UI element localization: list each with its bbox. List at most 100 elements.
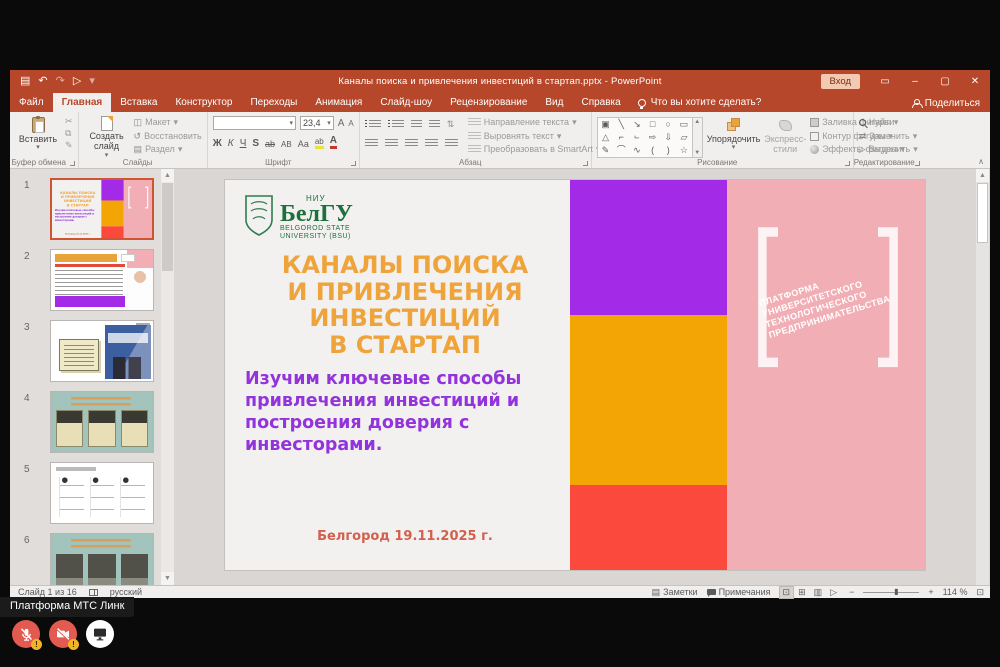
- tab-insert[interactable]: Вставка: [111, 93, 166, 112]
- justify-icon[interactable]: [425, 139, 438, 148]
- canvas-scrollbar[interactable]: ▲: [976, 169, 989, 585]
- strikethrough-icon[interactable]: ab: [265, 139, 275, 149]
- zoom-slider-thumb[interactable]: ▮: [894, 588, 898, 596]
- paragraph-dialog-launcher-icon[interactable]: [583, 161, 588, 166]
- editing-dialog-launcher-icon[interactable]: [915, 161, 920, 166]
- shape-down-arrow-icon[interactable]: ⇩: [660, 131, 676, 144]
- share-button[interactable]: Поделиться: [912, 98, 980, 109]
- tab-review[interactable]: Рецензирование: [441, 93, 536, 112]
- shape-right-arrow-icon[interactable]: ⇨: [645, 131, 661, 144]
- start-from-beginning-icon[interactable]: ▷: [73, 76, 81, 87]
- restore-button[interactable]: ▢: [930, 70, 960, 92]
- customize-qat-icon[interactable]: ▾: [89, 76, 95, 87]
- shape-scribble-icon[interactable]: ✎: [598, 144, 614, 157]
- line-spacing-icon[interactable]: ⇅: [447, 119, 455, 130]
- shape-elbow-connector-icon[interactable]: ⌐: [613, 131, 629, 144]
- shape-right-brace-icon[interactable]: ): [660, 144, 676, 157]
- zoom-in-icon[interactable]: +: [928, 587, 933, 597]
- change-case-icon[interactable]: Аа: [298, 139, 309, 149]
- zoom-out-icon[interactable]: −: [849, 587, 854, 597]
- language-indicator[interactable]: русский: [110, 587, 142, 597]
- font-name-combo[interactable]: ▾: [213, 116, 296, 130]
- thumbnail-scroll-down-icon[interactable]: ▼: [161, 572, 174, 585]
- shape-left-brace-icon[interactable]: (: [645, 144, 661, 157]
- tab-transitions[interactable]: Переходы: [241, 93, 306, 112]
- font-color-icon[interactable]: А: [330, 135, 337, 149]
- screen-share-button[interactable]: [86, 620, 114, 648]
- minimize-button[interactable]: –: [900, 70, 930, 92]
- shape-star-icon[interactable]: ☆: [676, 144, 692, 157]
- font-size-combo[interactable]: 23,4 ▾: [300, 116, 334, 130]
- camera-off-button[interactable]: !: [49, 620, 77, 648]
- text-shadow-icon[interactable]: S: [252, 138, 259, 149]
- redo-icon[interactable]: ↷: [56, 76, 65, 87]
- columns-icon[interactable]: [445, 139, 458, 148]
- arrange-button[interactable]: Упорядочить ▾: [707, 115, 761, 155]
- highlight-color-icon[interactable]: ab: [315, 137, 324, 149]
- slideshow-view-icon[interactable]: ▷: [827, 587, 840, 598]
- close-button[interactable]: ✕: [960, 70, 990, 92]
- increase-indent-icon[interactable]: [429, 120, 440, 129]
- comments-toggle[interactable]: Примечания: [707, 587, 771, 597]
- slide-title[interactable]: КАНАЛЫ ПОИСКА И ПРИВЛЕЧЕНИЯ ИНВЕСТИЦИЙ В…: [240, 252, 570, 358]
- shape-line-icon[interactable]: ╲: [613, 118, 629, 131]
- slide-date[interactable]: Белгород 19.11.2025 г.: [295, 529, 515, 544]
- shapes-gallery[interactable]: ▣ ╲ ↘ □ ○ ▭ △ ⌐ ⌐ ⇨ ⇩ ▱ ✎ ⌒ ∿ ( ): [597, 117, 693, 158]
- layout-button[interactable]: ◫ Макет ▾: [134, 117, 202, 128]
- bullets-icon[interactable]: [365, 120, 381, 129]
- tab-design[interactable]: Конструктор: [166, 93, 241, 112]
- shape-arc-icon[interactable]: ⌒: [613, 144, 629, 157]
- numbering-icon[interactable]: [388, 120, 404, 129]
- slide-canvas[interactable]: НИУ БелГУ BELGOROD STATE UNIVERSITY (BSU…: [225, 180, 925, 570]
- slide-subtitle[interactable]: Изучим ключевые способы привлечения инве…: [245, 368, 555, 456]
- collapse-ribbon-icon[interactable]: ∧: [978, 157, 984, 166]
- thumbnail-scroll-thumb[interactable]: [162, 183, 173, 271]
- zoom-level[interactable]: 114 %: [943, 587, 968, 597]
- microphone-muted-button[interactable]: !: [12, 620, 40, 648]
- tab-view[interactable]: Вид: [536, 93, 572, 112]
- normal-view-icon[interactable]: ⊡: [780, 587, 794, 598]
- canvas-scroll-thumb[interactable]: [977, 183, 988, 243]
- replace-button[interactable]: ⇄ Заменить ▾: [859, 131, 918, 142]
- align-center-icon[interactable]: [385, 139, 398, 148]
- select-button[interactable]: ▷ Выделить ▾: [859, 144, 918, 155]
- tab-home[interactable]: Главная: [53, 93, 112, 112]
- cut-icon[interactable]: ✂: [65, 117, 73, 126]
- reset-button[interactable]: ↺ Восстановить: [134, 131, 202, 142]
- align-text-button[interactable]: Выровнять текст ▾: [468, 131, 601, 142]
- tab-file[interactable]: Файл: [10, 93, 53, 112]
- save-icon[interactable]: ▤: [20, 76, 30, 87]
- sign-in-button[interactable]: Вход: [821, 74, 861, 89]
- notes-toggle[interactable]: ▤ Заметки: [652, 587, 698, 598]
- tab-help[interactable]: Справка: [572, 93, 629, 112]
- shapes-gallery-scrollbar[interactable]: ▲ ▼: [693, 117, 703, 158]
- shrink-font-icon[interactable]: А: [348, 119, 353, 128]
- convert-smartart-button[interactable]: Преобразовать в SmartArt ▾: [468, 144, 601, 155]
- slide-thumbnail-4[interactable]: 4: [24, 391, 170, 453]
- tell-me-box[interactable]: Что вы хотите сделать?: [630, 97, 770, 112]
- section-button[interactable]: ▤ Раздел ▾: [134, 144, 202, 155]
- shape-rectangle-icon[interactable]: □: [645, 118, 661, 131]
- slide-thumbnail-6[interactable]: 6: [24, 533, 170, 585]
- proofing-status-icon[interactable]: [89, 589, 98, 596]
- tab-slideshow[interactable]: Слайд-шоу: [371, 93, 441, 112]
- undo-icon[interactable]: ↶: [38, 76, 47, 87]
- tab-animations[interactable]: Анимация: [306, 93, 371, 112]
- slide-thumbnail-5[interactable]: 5: [24, 462, 170, 524]
- find-button[interactable]: Найти: [859, 117, 918, 128]
- thumbnail-scroll-up-icon[interactable]: ▲: [161, 169, 174, 182]
- slide-thumbnail-3[interactable]: 3: [24, 320, 170, 382]
- reading-view-icon[interactable]: ▥: [811, 587, 826, 598]
- slide-sorter-view-icon[interactable]: ⊞: [795, 587, 809, 598]
- thumbnail-scrollbar[interactable]: ▲ ▼: [161, 169, 174, 585]
- italic-icon[interactable]: К: [228, 138, 234, 149]
- paste-button[interactable]: Вставить ▾: [15, 115, 61, 155]
- bold-icon[interactable]: Ж: [213, 138, 222, 149]
- shape-oval-icon[interactable]: ○: [660, 118, 676, 131]
- shape-arrow-icon[interactable]: ↘: [629, 118, 645, 131]
- shape-rounded-rectangle-icon[interactable]: ▭: [676, 118, 692, 131]
- slide-thumbnail-1[interactable]: 1 КАНАЛЫ ПОИСКА И ПРИВЛЕЧЕНИЯ ИНВЕСТИЦИЙ…: [24, 178, 170, 240]
- clipboard-dialog-launcher-icon[interactable]: [70, 161, 75, 166]
- format-painter-icon[interactable]: ✎: [65, 141, 73, 150]
- font-dialog-launcher-icon[interactable]: [351, 161, 356, 166]
